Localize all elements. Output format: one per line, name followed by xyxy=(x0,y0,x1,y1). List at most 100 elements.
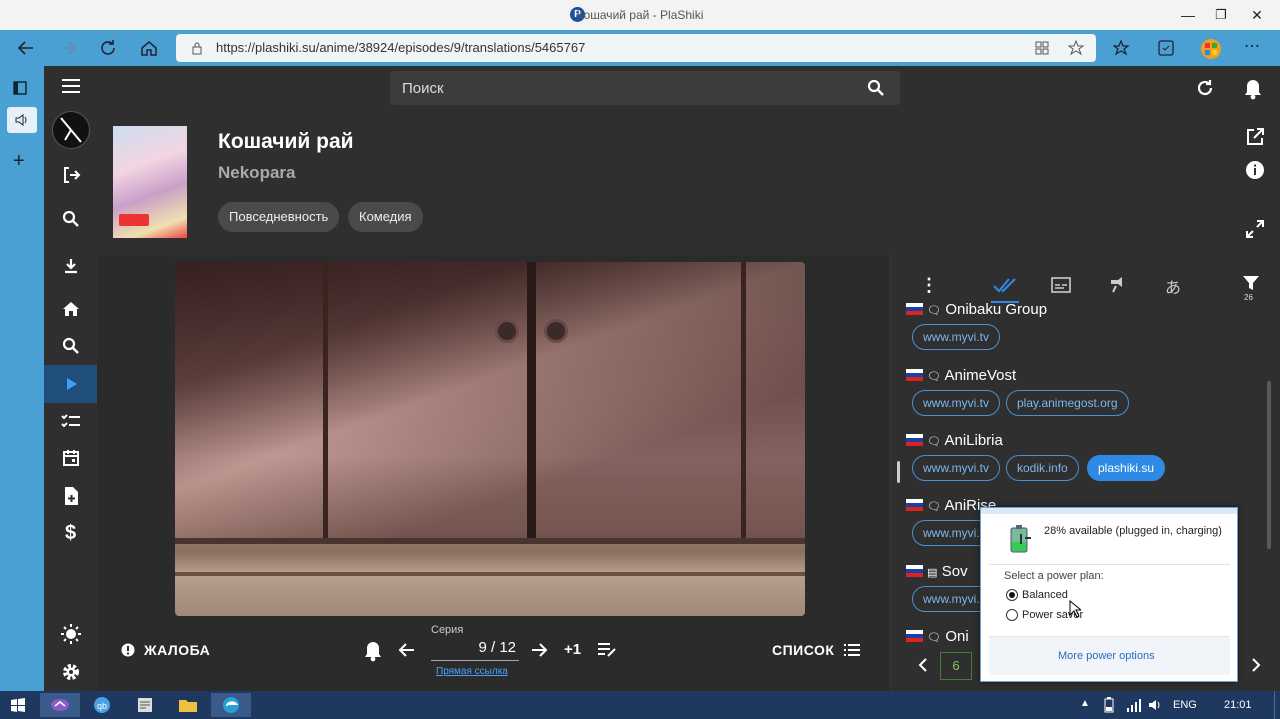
ru-flag-icon xyxy=(906,565,923,577)
flyout-top-band xyxy=(981,508,1237,514)
user-avatar[interactable] xyxy=(52,111,90,149)
show-desktop-button[interactable] xyxy=(1274,691,1280,719)
donate-icon[interactable]: $ xyxy=(44,515,97,551)
tray-expand-icon[interactable]: ▲ xyxy=(1080,698,1090,709)
page-number[interactable]: 6 xyxy=(940,652,972,680)
tray-volume-icon[interactable] xyxy=(1147,697,1163,713)
voiceover-icon: 🗨 xyxy=(927,501,942,513)
translation-link[interactable]: www.myvi.tv xyxy=(912,390,1000,416)
tray-clock[interactable]: 21:01 xyxy=(1224,699,1252,711)
ru-flag-icon xyxy=(906,369,923,381)
prev-episode-icon[interactable] xyxy=(398,641,416,659)
browser-toolbar: https://plashiki.su/anime/38924/episodes… xyxy=(0,30,1280,66)
close-button[interactable]: ✕ xyxy=(1234,0,1280,30)
search-placeholder: Поиск xyxy=(402,80,444,97)
episode-input[interactable]: 9 / 12 xyxy=(431,639,519,661)
tab-original-icon[interactable]: あ xyxy=(1165,274,1181,298)
anime-poster[interactable] xyxy=(113,126,187,238)
taskbar-file-explorer[interactable] xyxy=(168,693,208,717)
logout-icon[interactable] xyxy=(44,157,97,193)
taskbar-qbittorrent[interactable]: qb xyxy=(82,693,122,717)
translation-link[interactable]: www.myvi.tv xyxy=(912,324,1000,350)
home-icon[interactable] xyxy=(139,38,159,58)
group-name: Sov xyxy=(941,563,968,580)
open-external-icon[interactable] xyxy=(1245,127,1265,147)
translation-link[interactable]: kodik.info xyxy=(1006,455,1079,481)
settings-gear-icon[interactable] xyxy=(44,654,97,690)
refresh-icon[interactable] xyxy=(98,38,118,58)
favorites-icon[interactable] xyxy=(1113,38,1133,58)
tray-battery-icon[interactable] xyxy=(1102,697,1116,713)
scrollbar-thumb[interactable] xyxy=(1267,381,1271,549)
collapse-handle[interactable] xyxy=(897,461,900,483)
report-button[interactable]: ЖАЛОБА xyxy=(121,642,210,658)
profile-avatar-icon[interactable] xyxy=(1200,38,1221,59)
group-row: 🗨 AnimeVost xyxy=(906,367,1016,384)
more-menu-icon[interactable]: ⋯ xyxy=(1244,38,1264,58)
back-icon[interactable] xyxy=(16,38,36,58)
translation-link[interactable]: www.myvi.tv xyxy=(912,455,1000,481)
prev-page-icon[interactable] xyxy=(918,658,928,672)
mouse-cursor-icon xyxy=(1069,600,1081,618)
filter-icon[interactable] xyxy=(1242,275,1260,291)
plan-balanced-radio[interactable]: Balanced xyxy=(1006,589,1068,601)
episode-notify-icon[interactable] xyxy=(363,640,383,662)
tab-all-icon[interactable] xyxy=(993,276,1017,294)
tab-active[interactable] xyxy=(7,107,37,133)
search-submit-icon[interactable] xyxy=(867,79,885,97)
list-icon xyxy=(844,644,861,656)
theme-toggle-icon[interactable] xyxy=(44,616,97,652)
info-icon[interactable] xyxy=(1245,160,1265,180)
genre-chip[interactable]: Комедия xyxy=(348,202,423,232)
taskbar-app[interactable] xyxy=(125,693,165,717)
battery-plug-icon xyxy=(1007,524,1035,554)
checklist-icon[interactable] xyxy=(44,403,97,439)
direct-link[interactable]: Прямая ссылка xyxy=(436,666,508,677)
search-input[interactable]: Поиск xyxy=(390,71,900,105)
next-episode-icon[interactable] xyxy=(530,641,548,659)
more-power-options-link[interactable]: More power options xyxy=(1058,650,1155,662)
taskbar-edge[interactable] xyxy=(211,693,251,717)
add-file-icon[interactable] xyxy=(44,478,97,514)
start-button[interactable] xyxy=(0,693,36,717)
group-name: Oni xyxy=(945,628,969,645)
report-label: ЖАЛОБА xyxy=(144,642,211,658)
address-bar[interactable]: https://plashiki.su/anime/38924/episodes… xyxy=(176,34,1096,62)
tray-language[interactable]: ENG xyxy=(1173,699,1197,711)
floor-edge xyxy=(175,538,805,544)
tab-subtitles-icon[interactable] xyxy=(1051,277,1071,293)
next-page-icon[interactable] xyxy=(1251,658,1261,672)
tab-actions-icon[interactable] xyxy=(12,80,28,96)
add-favorite-icon[interactable] xyxy=(1068,40,1086,56)
app-available-icon[interactable] xyxy=(1034,40,1050,56)
taskbar-app-launcher[interactable] xyxy=(40,693,80,717)
edit-list-icon[interactable] xyxy=(597,642,617,658)
home-nav-icon[interactable] xyxy=(44,291,97,327)
tray-network-icon[interactable] xyxy=(1126,697,1142,713)
new-tab-icon[interactable]: + xyxy=(13,150,25,173)
window-title-bar: P Кошачий рай - PlaShiki — ❐ ✕ xyxy=(0,0,1280,30)
search-icon[interactable] xyxy=(44,201,97,237)
menu-icon[interactable] xyxy=(44,68,97,104)
genre-chip[interactable]: Повседневность xyxy=(218,202,340,232)
collections-icon[interactable] xyxy=(1156,38,1176,58)
group-row: 🗨 AniLibria xyxy=(906,432,1003,449)
calendar-icon[interactable] xyxy=(44,440,97,476)
translation-link-active[interactable]: plashiki.su xyxy=(1087,455,1166,481)
video-player[interactable] xyxy=(175,262,805,616)
forward-icon[interactable] xyxy=(57,38,77,58)
notifications-icon[interactable] xyxy=(1243,78,1263,100)
download-icon[interactable] xyxy=(44,248,97,284)
watch-nav-active[interactable] xyxy=(44,365,97,403)
reload-icon[interactable] xyxy=(1196,79,1214,97)
more-options-icon[interactable]: ⋮ xyxy=(920,275,938,296)
plus-one-button[interactable]: +1 xyxy=(564,641,581,658)
translation-link[interactable]: play.animegost.org xyxy=(1006,390,1129,416)
list-button[interactable]: СПИСОК xyxy=(772,642,861,658)
plan-select-label: Select a power plan: xyxy=(1004,570,1104,582)
door-handle xyxy=(544,319,568,343)
voiceover-icon: 🗨 xyxy=(927,632,942,644)
fullscreen-icon[interactable] xyxy=(1245,219,1265,239)
search-nav-icon[interactable] xyxy=(44,328,97,364)
tab-voiceover-icon[interactable] xyxy=(1108,276,1128,294)
